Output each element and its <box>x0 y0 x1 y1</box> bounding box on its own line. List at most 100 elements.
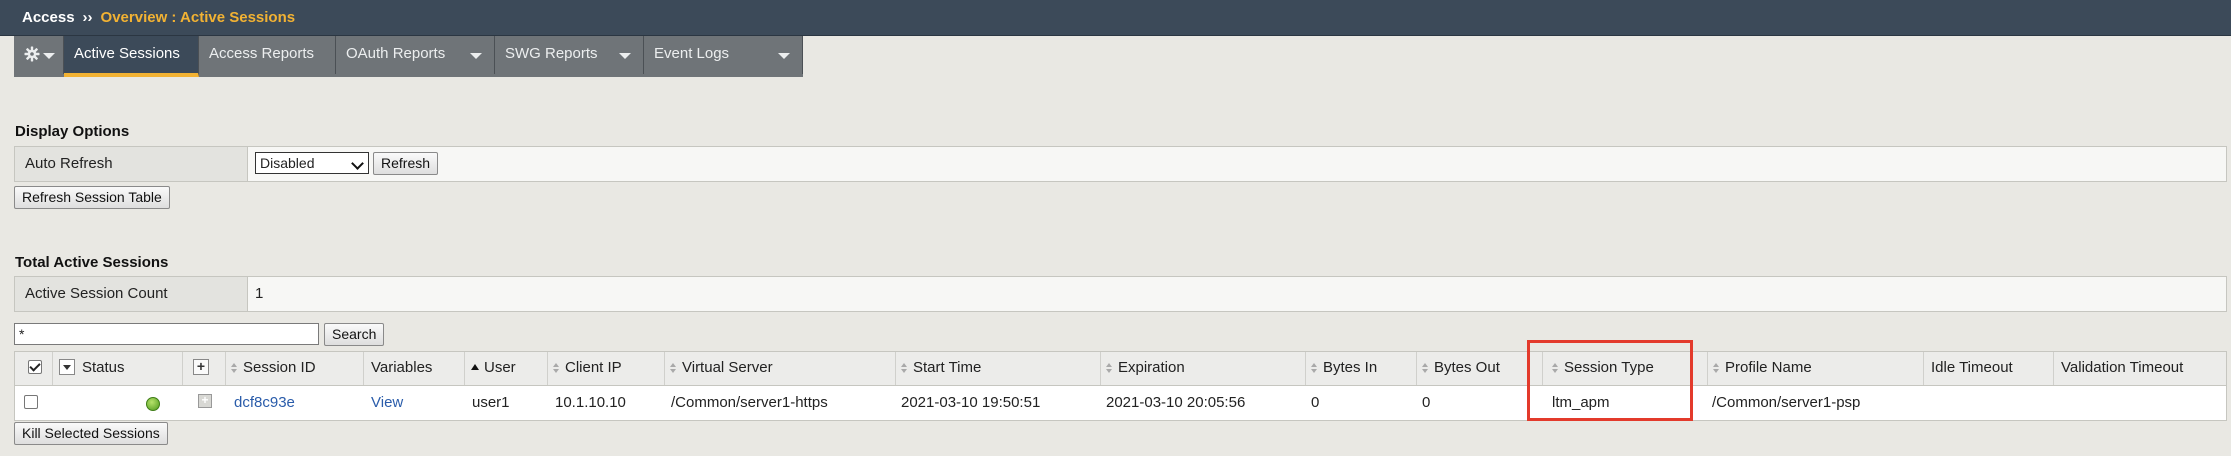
profile-name-header[interactable]: Profile Name <box>1708 352 1924 385</box>
session-count-row: Active Session Count 1 <box>14 276 2227 312</box>
auto-refresh-select[interactable]: Disabled <box>255 152 369 174</box>
expand-all-icon[interactable]: + <box>193 359 209 375</box>
session-id-header-label: Session ID <box>243 359 316 376</box>
status-filter-dropdown[interactable] <box>59 359 75 375</box>
sort-icon <box>553 363 560 373</box>
status-available-icon <box>146 397 160 411</box>
tab-swg-reports[interactable]: SWG Reports <box>495 36 644 74</box>
expiration-cell: 2021-03-10 20:05:56 <box>1106 394 1246 411</box>
gear-icon <box>24 46 40 62</box>
search-input[interactable]: * <box>14 323 319 345</box>
select-all-cell <box>15 352 53 385</box>
breadcrumb-root[interactable]: Access <box>22 9 75 26</box>
tab-active-sessions[interactable]: Active Sessions <box>64 36 199 77</box>
session-count-value: 1 <box>255 285 264 302</box>
user-cell: user1 <box>472 394 510 411</box>
display-options-title: Display Options <box>15 123 130 140</box>
breadcrumb: Access ›› Overview : Active Sessions <box>22 9 295 26</box>
table-row: + dcf8c93e View user1 10.1.10.10 /Common… <box>15 386 2226 420</box>
tab-label: Active Sessions <box>74 45 180 62</box>
profile-name-cell: /Common/server1-psp <box>1712 394 1861 411</box>
tab-label: OAuth Reports <box>346 45 446 62</box>
bytes-in-cell: 0 <box>1311 394 1320 411</box>
sort-icon <box>1106 363 1113 373</box>
client-ip-header-label: Client IP <box>565 359 622 376</box>
chevron-down-icon <box>351 157 364 170</box>
tab-gear-menu[interactable] <box>14 36 64 74</box>
sort-icon <box>901 363 908 373</box>
sort-icon <box>1422 363 1429 373</box>
row-select-cell <box>15 386 53 420</box>
profile-name-header-label: Profile Name <box>1725 359 1812 376</box>
virtual-server-cell: /Common/server1-https <box>671 394 828 411</box>
sort-ascending-icon <box>471 364 479 370</box>
table-header-row: Status + Session ID Variables User Clien… <box>15 352 2226 386</box>
session-id-header[interactable]: Session ID <box>226 352 364 385</box>
sort-icon <box>231 363 238 373</box>
variables-header: Variables <box>364 352 465 385</box>
tab-label: Access Reports <box>209 45 315 62</box>
chevron-down-icon <box>43 53 55 59</box>
status-header[interactable]: Status <box>53 352 183 385</box>
expand-row-icon[interactable]: + <box>198 394 212 408</box>
client-ip-cell: 10.1.10.10 <box>555 394 626 411</box>
kill-selected-sessions-button[interactable]: Kill Selected Sessions <box>14 422 168 445</box>
session-count-label: Active Session Count <box>15 277 248 311</box>
row-checkbox[interactable] <box>24 395 38 409</box>
tab-bar: Active Sessions Access Reports OAuth Rep… <box>14 36 803 77</box>
user-header-label: User <box>484 359 516 376</box>
select-all-checkbox[interactable] <box>28 360 42 374</box>
status-header-label: Status <box>82 359 125 376</box>
expiration-header[interactable]: Expiration <box>1101 352 1306 385</box>
auto-refresh-value: Disabled <box>260 155 315 171</box>
user-header[interactable]: User <box>465 352 548 385</box>
tab-access-reports[interactable]: Access Reports <box>199 36 336 74</box>
variables-header-label: Variables <box>371 359 433 376</box>
chevron-down-icon <box>778 53 790 59</box>
bytes-out-header-label: Bytes Out <box>1434 359 1500 376</box>
bytes-in-header-label: Bytes In <box>1323 359 1378 376</box>
bytes-out-header[interactable]: Bytes Out <box>1417 352 1543 385</box>
row-expand-cell: + <box>183 386 226 420</box>
refresh-session-table-button[interactable]: Refresh Session Table <box>14 186 170 209</box>
virtual-server-header[interactable]: Virtual Server <box>665 352 896 385</box>
row-status-cell <box>53 386 183 420</box>
bytes-out-cell: 0 <box>1422 394 1431 411</box>
chevron-down-icon <box>63 365 71 370</box>
virtual-server-header-label: Virtual Server <box>682 359 773 376</box>
session-id-link[interactable]: dcf8c93e <box>226 386 364 420</box>
variables-view-link[interactable]: View <box>364 386 465 420</box>
validation-timeout-header: Validation Timeout <box>2054 352 2226 385</box>
start-time-header[interactable]: Start Time <box>896 352 1101 385</box>
client-ip-header[interactable]: Client IP <box>548 352 665 385</box>
idle-timeout-header: Idle Timeout <box>1924 352 2054 385</box>
session-type-highlight-box <box>1527 340 1693 421</box>
chevron-down-icon <box>470 53 482 59</box>
expand-all-cell: + <box>183 352 226 385</box>
refresh-button[interactable]: Refresh <box>373 152 439 175</box>
start-time-header-label: Start Time <box>913 359 982 376</box>
validation-timeout-header-label: Validation Timeout <box>2061 359 2184 376</box>
tab-event-logs[interactable]: Event Logs <box>644 36 803 74</box>
idle-timeout-header-label: Idle Timeout <box>1931 359 2013 376</box>
sort-icon <box>1713 363 1720 373</box>
expiration-header-label: Expiration <box>1118 359 1185 376</box>
search-input-value: * <box>19 326 25 342</box>
validation-timeout-cell <box>2054 386 2226 420</box>
breadcrumb-separator: ›› <box>82 9 93 26</box>
sort-icon <box>670 363 677 373</box>
breadcrumb-bar: Access ›› Overview : Active Sessions <box>0 0 2231 36</box>
tab-label: Event Logs <box>654 45 730 62</box>
bytes-in-header[interactable]: Bytes In <box>1306 352 1417 385</box>
tab-label: SWG Reports <box>505 45 598 62</box>
idle-timeout-cell <box>1924 386 2054 420</box>
tab-oauth-reports[interactable]: OAuth Reports <box>336 36 495 74</box>
search-button[interactable]: Search <box>324 323 385 346</box>
sessions-table: Status + Session ID Variables User Clien… <box>14 351 2227 421</box>
chevron-down-icon <box>619 53 631 59</box>
auto-refresh-label: Auto Refresh <box>15 147 248 181</box>
sort-icon <box>1311 363 1318 373</box>
total-sessions-title: Total Active Sessions <box>15 254 169 271</box>
breadcrumb-current: Overview : Active Sessions <box>100 9 296 26</box>
start-time-cell: 2021-03-10 19:50:51 <box>901 394 1041 411</box>
